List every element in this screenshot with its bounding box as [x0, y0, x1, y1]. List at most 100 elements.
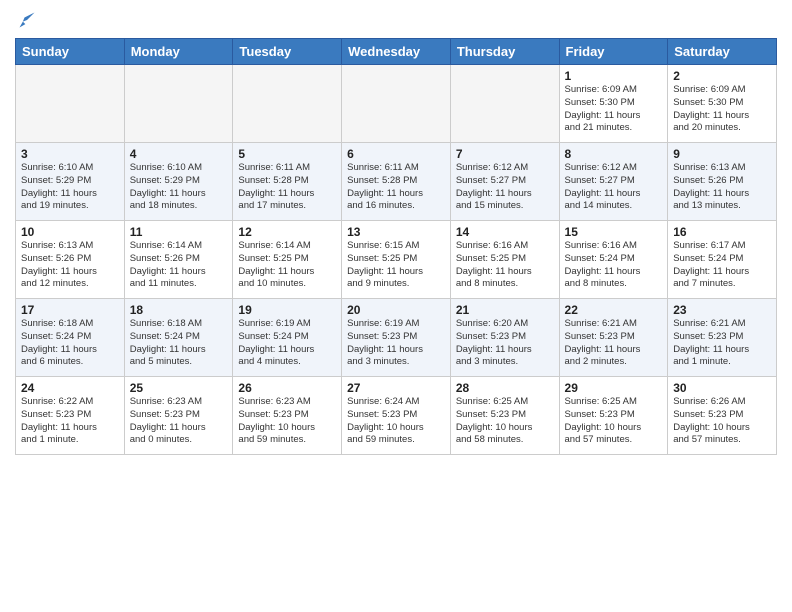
day-number: 2 [673, 69, 771, 83]
calendar-cell [16, 65, 125, 143]
day-number: 27 [347, 381, 445, 395]
calendar-cell: 4Sunrise: 6:10 AM Sunset: 5:29 PM Daylig… [124, 143, 233, 221]
calendar-cell: 8Sunrise: 6:12 AM Sunset: 5:27 PM Daylig… [559, 143, 668, 221]
day-info: Sunrise: 6:21 AM Sunset: 5:23 PM Dayligh… [673, 318, 771, 369]
day-info: Sunrise: 6:23 AM Sunset: 5:23 PM Dayligh… [130, 396, 228, 447]
day-info: Sunrise: 6:18 AM Sunset: 5:24 PM Dayligh… [130, 318, 228, 369]
calendar-cell: 25Sunrise: 6:23 AM Sunset: 5:23 PM Dayli… [124, 377, 233, 455]
day-number: 20 [347, 303, 445, 317]
calendar-cell [450, 65, 559, 143]
day-number: 10 [21, 225, 119, 239]
calendar-cell: 14Sunrise: 6:16 AM Sunset: 5:25 PM Dayli… [450, 221, 559, 299]
calendar-cell: 13Sunrise: 6:15 AM Sunset: 5:25 PM Dayli… [342, 221, 451, 299]
day-number: 15 [565, 225, 663, 239]
calendar-cell: 24Sunrise: 6:22 AM Sunset: 5:23 PM Dayli… [16, 377, 125, 455]
day-number: 3 [21, 147, 119, 161]
day-number: 6 [347, 147, 445, 161]
header-row: SundayMondayTuesdayWednesdayThursdayFrid… [16, 39, 777, 65]
calendar-cell: 12Sunrise: 6:14 AM Sunset: 5:25 PM Dayli… [233, 221, 342, 299]
day-info: Sunrise: 6:13 AM Sunset: 5:26 PM Dayligh… [21, 240, 119, 291]
calendar-cell: 5Sunrise: 6:11 AM Sunset: 5:28 PM Daylig… [233, 143, 342, 221]
header [15, 10, 777, 30]
day-info: Sunrise: 6:22 AM Sunset: 5:23 PM Dayligh… [21, 396, 119, 447]
day-info: Sunrise: 6:21 AM Sunset: 5:23 PM Dayligh… [565, 318, 663, 369]
column-header-wednesday: Wednesday [342, 39, 451, 65]
day-info: Sunrise: 6:17 AM Sunset: 5:24 PM Dayligh… [673, 240, 771, 291]
day-number: 29 [565, 381, 663, 395]
day-number: 16 [673, 225, 771, 239]
day-info: Sunrise: 6:10 AM Sunset: 5:29 PM Dayligh… [21, 162, 119, 213]
day-info: Sunrise: 6:11 AM Sunset: 5:28 PM Dayligh… [238, 162, 336, 213]
day-info: Sunrise: 6:25 AM Sunset: 5:23 PM Dayligh… [565, 396, 663, 447]
logo-bird-icon [17, 10, 37, 30]
calendar-cell: 22Sunrise: 6:21 AM Sunset: 5:23 PM Dayli… [559, 299, 668, 377]
calendar-cell: 3Sunrise: 6:10 AM Sunset: 5:29 PM Daylig… [16, 143, 125, 221]
day-info: Sunrise: 6:26 AM Sunset: 5:23 PM Dayligh… [673, 396, 771, 447]
column-header-tuesday: Tuesday [233, 39, 342, 65]
calendar-cell: 21Sunrise: 6:20 AM Sunset: 5:23 PM Dayli… [450, 299, 559, 377]
calendar-cell: 30Sunrise: 6:26 AM Sunset: 5:23 PM Dayli… [668, 377, 777, 455]
day-info: Sunrise: 6:12 AM Sunset: 5:27 PM Dayligh… [565, 162, 663, 213]
column-header-saturday: Saturday [668, 39, 777, 65]
day-number: 9 [673, 147, 771, 161]
calendar-cell [233, 65, 342, 143]
day-info: Sunrise: 6:11 AM Sunset: 5:28 PM Dayligh… [347, 162, 445, 213]
day-number: 22 [565, 303, 663, 317]
column-header-sunday: Sunday [16, 39, 125, 65]
day-number: 28 [456, 381, 554, 395]
day-info: Sunrise: 6:19 AM Sunset: 5:23 PM Dayligh… [347, 318, 445, 369]
calendar-cell: 11Sunrise: 6:14 AM Sunset: 5:26 PM Dayli… [124, 221, 233, 299]
calendar-cell: 23Sunrise: 6:21 AM Sunset: 5:23 PM Dayli… [668, 299, 777, 377]
calendar-row-1: 3Sunrise: 6:10 AM Sunset: 5:29 PM Daylig… [16, 143, 777, 221]
day-info: Sunrise: 6:13 AM Sunset: 5:26 PM Dayligh… [673, 162, 771, 213]
day-info: Sunrise: 6:09 AM Sunset: 5:30 PM Dayligh… [565, 84, 663, 135]
day-info: Sunrise: 6:25 AM Sunset: 5:23 PM Dayligh… [456, 396, 554, 447]
calendar-cell: 2Sunrise: 6:09 AM Sunset: 5:30 PM Daylig… [668, 65, 777, 143]
day-info: Sunrise: 6:18 AM Sunset: 5:24 PM Dayligh… [21, 318, 119, 369]
day-info: Sunrise: 6:20 AM Sunset: 5:23 PM Dayligh… [456, 318, 554, 369]
calendar-cell: 27Sunrise: 6:24 AM Sunset: 5:23 PM Dayli… [342, 377, 451, 455]
calendar-row-4: 24Sunrise: 6:22 AM Sunset: 5:23 PM Dayli… [16, 377, 777, 455]
calendar-cell: 17Sunrise: 6:18 AM Sunset: 5:24 PM Dayli… [16, 299, 125, 377]
day-info: Sunrise: 6:14 AM Sunset: 5:25 PM Dayligh… [238, 240, 336, 291]
calendar-cell: 1Sunrise: 6:09 AM Sunset: 5:30 PM Daylig… [559, 65, 668, 143]
day-number: 12 [238, 225, 336, 239]
calendar-row-0: 1Sunrise: 6:09 AM Sunset: 5:30 PM Daylig… [16, 65, 777, 143]
calendar-cell: 6Sunrise: 6:11 AM Sunset: 5:28 PM Daylig… [342, 143, 451, 221]
column-header-monday: Monday [124, 39, 233, 65]
logo [15, 10, 37, 30]
day-number: 24 [21, 381, 119, 395]
column-header-friday: Friday [559, 39, 668, 65]
day-info: Sunrise: 6:24 AM Sunset: 5:23 PM Dayligh… [347, 396, 445, 447]
day-info: Sunrise: 6:16 AM Sunset: 5:24 PM Dayligh… [565, 240, 663, 291]
day-number: 30 [673, 381, 771, 395]
calendar-cell: 9Sunrise: 6:13 AM Sunset: 5:26 PM Daylig… [668, 143, 777, 221]
day-info: Sunrise: 6:15 AM Sunset: 5:25 PM Dayligh… [347, 240, 445, 291]
day-info: Sunrise: 6:12 AM Sunset: 5:27 PM Dayligh… [456, 162, 554, 213]
calendar-cell: 10Sunrise: 6:13 AM Sunset: 5:26 PM Dayli… [16, 221, 125, 299]
day-number: 26 [238, 381, 336, 395]
calendar-cell [342, 65, 451, 143]
main-container: SundayMondayTuesdayWednesdayThursdayFrid… [0, 0, 792, 465]
day-info: Sunrise: 6:16 AM Sunset: 5:25 PM Dayligh… [456, 240, 554, 291]
day-info: Sunrise: 6:09 AM Sunset: 5:30 PM Dayligh… [673, 84, 771, 135]
calendar-cell: 16Sunrise: 6:17 AM Sunset: 5:24 PM Dayli… [668, 221, 777, 299]
calendar-cell: 20Sunrise: 6:19 AM Sunset: 5:23 PM Dayli… [342, 299, 451, 377]
day-number: 5 [238, 147, 336, 161]
day-number: 14 [456, 225, 554, 239]
day-number: 1 [565, 69, 663, 83]
day-info: Sunrise: 6:10 AM Sunset: 5:29 PM Dayligh… [130, 162, 228, 213]
day-number: 4 [130, 147, 228, 161]
calendar-row-3: 17Sunrise: 6:18 AM Sunset: 5:24 PM Dayli… [16, 299, 777, 377]
calendar-cell [124, 65, 233, 143]
calendar-cell: 29Sunrise: 6:25 AM Sunset: 5:23 PM Dayli… [559, 377, 668, 455]
day-number: 8 [565, 147, 663, 161]
day-info: Sunrise: 6:14 AM Sunset: 5:26 PM Dayligh… [130, 240, 228, 291]
day-number: 23 [673, 303, 771, 317]
calendar-table: SundayMondayTuesdayWednesdayThursdayFrid… [15, 38, 777, 455]
day-number: 11 [130, 225, 228, 239]
day-number: 17 [21, 303, 119, 317]
calendar-cell: 28Sunrise: 6:25 AM Sunset: 5:23 PM Dayli… [450, 377, 559, 455]
day-info: Sunrise: 6:23 AM Sunset: 5:23 PM Dayligh… [238, 396, 336, 447]
day-number: 7 [456, 147, 554, 161]
